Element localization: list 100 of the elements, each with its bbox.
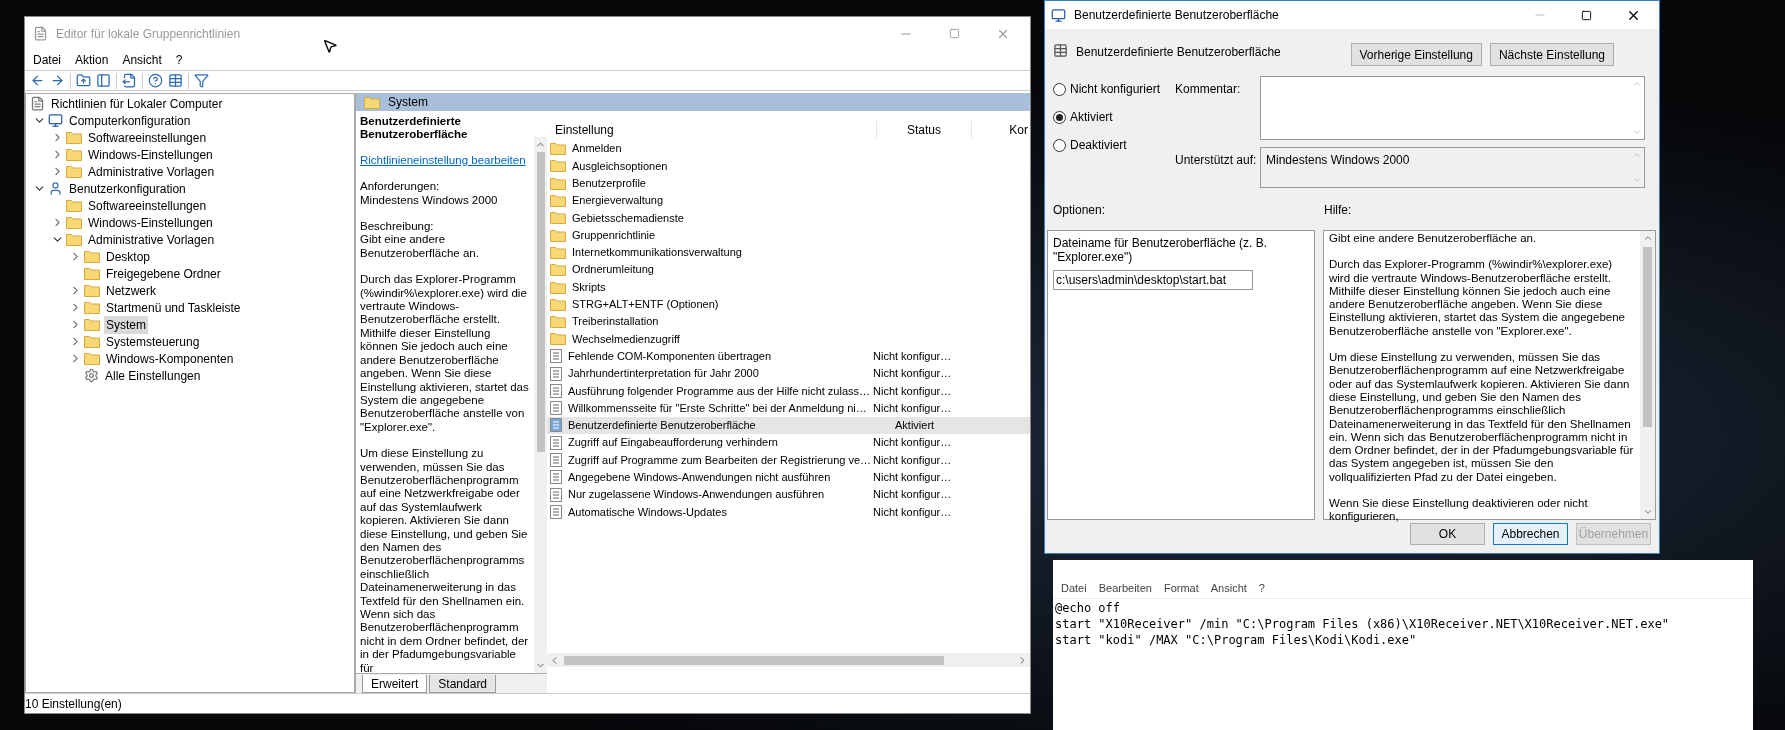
tree-item[interactable]: Windows-Einstellungen	[86, 145, 215, 164]
forward-icon[interactable]	[50, 73, 65, 88]
code-line: start "kodi" /MAX "C:\Program Files\Kodi\Kodi.exe"	[1055, 632, 1418, 648]
setting-icon	[550, 504, 562, 519]
maximize-icon[interactable]	[1581, 9, 1592, 21]
document-icon	[30, 96, 45, 111]
nav-button[interactable]: Nächste Einstellung	[1489, 43, 1614, 66]
folder-icon	[550, 211, 566, 225]
setting-row[interactable]: Anmelden	[547, 140, 1030, 158]
menu-item[interactable]: Datei	[33, 51, 61, 69]
horizontal-scrollbar[interactable]	[547, 653, 1030, 667]
status-text: Aktiviert	[894, 418, 935, 434]
setting-name: Energieverwaltung	[572, 193, 665, 209]
tree-item[interactable]: Windows-Komponenten	[104, 349, 236, 368]
window-title: Editor für lokale Gruppenrichtlinien	[56, 25, 241, 43]
column-header[interactable]: Kor	[1009, 121, 1030, 139]
tree-item[interactable]: Windows-Einstellungen	[86, 213, 215, 232]
export-icon[interactable]	[122, 73, 137, 88]
nav-button[interactable]: Vorherige Einstellung	[1350, 43, 1482, 66]
menu-item[interactable]: ?	[175, 51, 183, 69]
filename-input[interactable]: c:\users\admin\desktop\start.bat	[1053, 270, 1253, 290]
setting-row[interactable]: Skripts	[547, 278, 1030, 296]
scrollbar-thumb[interactable]	[564, 655, 944, 665]
tree-item[interactable]: Alle Einstellungen	[103, 366, 203, 385]
help-text: Wenn Sie diese Einstellung deaktivieren oder nicht konfigurieren,	[1329, 497, 1589, 524]
edit-policy-link[interactable]: Richtlinieneinstellung bearbeiten	[360, 153, 530, 168]
help-text: Um diese Einstellung zu verwenden, müssen Sie das Benutzeroberflächenprogramm auf eine Netzwerkfreigabe oder auf das Systemlaufwerk kopieren. Aktivieren Sie dann diese Einstellung, und geben Sie den Namen des Benutzeroberflächenprogramms einschließlich Dateinamenerweiterung in das Textfeld für den Shellnamen ein. Wenn sich das Benutzeroberflächenprogramm nicht in dem Ordner befindet, der in der Pfadumgebungsvariable für das System angegeben ist, müssen Sie den vollqualifizierten Pfad zu der Datei eingeben.	[1329, 351, 1635, 485]
dialog-button[interactable]: OK	[1410, 523, 1485, 545]
scroll-down-icon[interactable]	[1642, 507, 1653, 517]
comment-label: Kommentar:	[1175, 81, 1242, 98]
radio-button[interactable]	[1053, 110, 1066, 124]
folder-icon	[66, 199, 82, 212]
tree-item[interactable]: Startmenü und Taskleiste	[104, 298, 243, 317]
back-icon[interactable]	[30, 73, 45, 88]
setting-row[interactable]: Ordnerumleitung	[547, 261, 1030, 279]
setting-row[interactable]: Benutzerprofile	[547, 174, 1030, 192]
view-tab[interactable]: Standard	[429, 675, 497, 693]
user-icon	[48, 181, 63, 196]
help-icon[interactable]	[148, 73, 163, 88]
menu-item[interactable]: Aktion	[75, 51, 109, 69]
setting-row[interactable]: Automatische Windows-Updates Nicht konfigur…	[547, 503, 1030, 521]
setting-row[interactable]: Internetkommunikationsverwaltung	[547, 243, 1030, 262]
tree-item[interactable]: Richtlinien für Lokaler Computer	[49, 94, 225, 113]
column-header[interactable]: Einstellung	[547, 121, 877, 139]
menu-item[interactable]: ?	[1258, 580, 1265, 597]
menu-item[interactable]: Bearbeiten	[1098, 580, 1152, 597]
setting-row[interactable]: Ausführung folgender Programme aus der Hilfe nicht zulass… Nicht konfigur…	[547, 382, 1030, 400]
setting-name: Gruppenrichtlinie	[572, 227, 657, 243]
setting-row[interactable]: Benutzerdefinierte Benutzeroberfläche Aktiviert	[547, 416, 1030, 435]
help-text: Durch das Explorer-Programm (%windir%\explorer.exe) wird die vertraute Windows-Benutzeroberfläche erstellt. Mithilfe dieser Einstellung können Sie jedoch auch eine andere Benutzeroberfläche angeben. Wenn Sie diese Einstellung aktivieren, startet das System die angegebene Benutzeroberfläche anstelle von "Explorer.exe".	[1329, 258, 1626, 339]
scrollbar-thumb[interactable]	[536, 152, 545, 452]
scrollbar[interactable]	[1640, 231, 1655, 519]
tree-item[interactable]: Administrative Vorlagen	[86, 162, 217, 181]
tree-item[interactable]: Softwareeinstellungen	[86, 128, 209, 147]
text-editor[interactable]: @echo off start "X10Receiver" /min "C:\Program Files (x86)\X10Receiver.NET\X10Receiver.NET.exe" start "kodi" /MAX "C:\Program Files\Kodi\Kodi.exe"	[1053, 599, 1753, 730]
setting-row[interactable]: Willkommensseite für "Erste Schritte" bei der Anmeldung ni… Nicht konfigur…	[547, 399, 1030, 417]
setting-row[interactable]: Ausgleichsoptionen	[547, 157, 1030, 175]
table-icon[interactable]	[168, 73, 183, 88]
tree-item[interactable]: Systemsteuerung	[104, 332, 202, 351]
setting-row[interactable]: Energieverwaltung	[547, 191, 1030, 210]
radio-button[interactable]	[1053, 82, 1066, 96]
column-header[interactable]: Status	[877, 121, 972, 139]
setting-row[interactable]: Treiberinstallation	[547, 312, 1030, 331]
dialog-button[interactable]: Abbrechen	[1493, 523, 1568, 545]
tree-item[interactable]: Desktop	[104, 247, 153, 266]
policy-title: Benutzerdefinierte Benutzeroberfläche	[360, 115, 469, 142]
view-tab[interactable]: Erweitert	[362, 675, 428, 693]
code-line: start "X10Receiver" /min "C:\Program Files (x86)\X10Receiver.NET\X10Receiver.NET.exe"	[1055, 616, 1671, 632]
scroll-up-icon[interactable]	[1642, 233, 1653, 243]
scrollbar[interactable]	[534, 137, 547, 673]
tree-item[interactable]: System	[104, 315, 148, 334]
menu-item[interactable]: Ansicht	[1210, 580, 1247, 597]
folder-up-icon[interactable]	[76, 73, 91, 88]
menu-item[interactable]: Format	[1163, 580, 1199, 597]
radio-button[interactable]	[1053, 138, 1066, 152]
setting-row[interactable]: Gebietsschemadienste	[547, 209, 1030, 227]
tree-item[interactable]: Benutzerkonfiguration	[67, 179, 188, 198]
filter-icon[interactable]	[194, 73, 209, 88]
tree-item[interactable]: Softwareeinstellungen	[86, 196, 209, 215]
menu-item[interactable]: Datei	[1061, 580, 1087, 597]
setting-row[interactable]: Gruppenrichtlinie	[547, 226, 1030, 244]
setting-row[interactable]: Fehlende COM-Komponenten übertragen Nicht konfigur…	[547, 347, 1030, 365]
menu-item[interactable]: Ansicht	[122, 51, 162, 69]
description-text: Um diese Einstellung zu verwenden, müssen Sie das Benutzeroberflächenprogramm auf eine Netzwerkfreigabe oder auf das Systemlaufwerk kopieren. Aktivieren Sie dann diese Einstellung, und geben Sie den Namen des Benutzeroberflächenprogramms einschließlich Dateinamenerweiterung in das Textfeld für den Shellnamen ein. Wenn sich das Benutzeroberflächenprogramm nicht in dem Ordner befindet, der in der Pfadumgebungsvariable für	[360, 447, 530, 676]
setting-row[interactable]: Zugriff auf Eingabeaufforderung verhindern Nicht konfigur…	[547, 434, 1030, 452]
setting-row[interactable]: Wechselmedienzugriff	[547, 330, 1030, 348]
setting-name: Benutzerdefinierte Benutzeroberfläche	[568, 418, 757, 434]
setting-row[interactable]: STRG+ALT+ENTF (Optionen)	[547, 295, 1030, 313]
setting-row[interactable]: Zugriff auf Programme zum Bearbeiten der Registrierung ve… Nicht konfigur…	[547, 451, 1030, 469]
tree-item[interactable]: Netzwerk	[104, 281, 158, 300]
setting-row[interactable]: Nur zugelassene Windows-Anwendungen ausführen Nicht konfigur…	[547, 485, 1030, 504]
setting-row[interactable]: Jahrhundertinterpretation für Jahr 2000 Nicht konfigur…	[547, 364, 1030, 383]
setting-row[interactable]: Angegebene Windows-Anwendungen nicht ausführen Nicht konfigur…	[547, 468, 1030, 486]
tree-item[interactable]: Freigegebene Ordner	[104, 264, 223, 283]
scrollbar-thumb[interactable]	[1643, 247, 1652, 427]
tree-item[interactable]: Administrative Vorlagen	[86, 230, 217, 249]
tree-item[interactable]: Computerkonfiguration	[67, 111, 193, 130]
folder-icon	[550, 142, 566, 156]
panel-icon[interactable]	[96, 73, 111, 88]
setting-name: Zugriff auf Eingabeaufforderung verhindern	[568, 435, 779, 451]
